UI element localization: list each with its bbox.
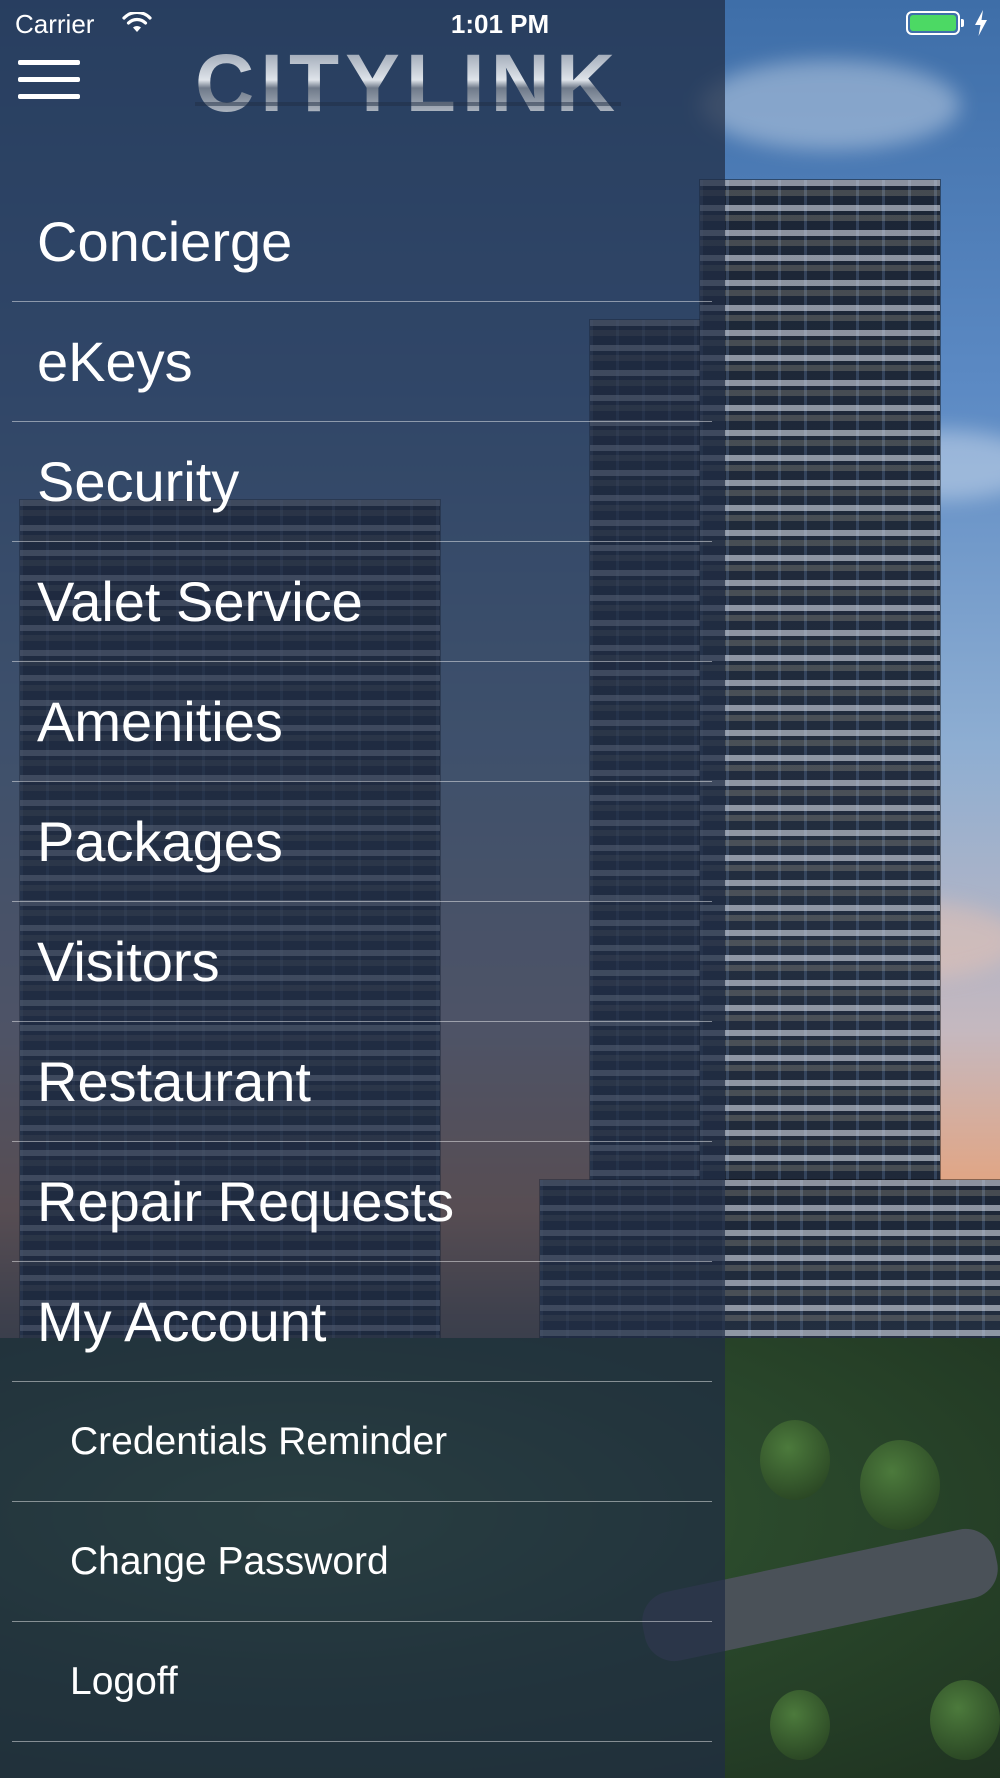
tree [760, 1420, 830, 1500]
menu-item-label: Amenities [37, 689, 283, 753]
menu-item-label: Packages [37, 809, 283, 873]
menu-item-ekeys[interactable]: eKeys [12, 302, 712, 422]
tree [860, 1440, 940, 1530]
menu-item-valet-service[interactable]: Valet Service [12, 542, 712, 662]
menu-item-label: Valet Service [37, 569, 363, 633]
menu-item-label: Visitors [37, 929, 220, 993]
status-bar: Carrier 1:01 PM [0, 0, 1000, 48]
menu-item-packages[interactable]: Packages [12, 782, 712, 902]
menu-item-my-account[interactable]: My Account [12, 1262, 712, 1382]
navigation-drawer: CITYLINK Concierge eKeys Security Valet … [0, 0, 725, 1778]
status-time: 1:01 PM [450, 9, 550, 39]
tree [770, 1690, 830, 1760]
hamburger-menu-icon[interactable] [18, 60, 80, 108]
submenu-item-change-password[interactable]: Change Password [12, 1502, 712, 1622]
menu-item-restaurant[interactable]: Restaurant [12, 1022, 712, 1142]
submenu-item-label: Logoff [70, 1659, 178, 1703]
menu-item-label: My Account [37, 1289, 327, 1353]
menu-item-label: Restaurant [37, 1049, 311, 1113]
menu-item-amenities[interactable]: Amenities [12, 662, 712, 782]
menu-item-security[interactable]: Security [12, 422, 712, 542]
drawer-menu: Concierge eKeys Security Valet Service A… [12, 182, 712, 1742]
submenu-item-label: Change Password [70, 1539, 389, 1583]
menu-item-label: Security [37, 449, 240, 513]
citylink-logo: CITYLINK [195, 38, 622, 129]
menu-item-concierge[interactable]: Concierge [12, 182, 712, 302]
battery-icon [906, 11, 964, 35]
charging-bolt-icon [975, 10, 987, 36]
submenu-item-credentials-reminder[interactable]: Credentials Reminder [12, 1382, 712, 1502]
tree [930, 1680, 1000, 1760]
menu-item-visitors[interactable]: Visitors [12, 902, 712, 1022]
menu-item-label: eKeys [37, 329, 193, 393]
menu-item-label: Repair Requests [37, 1169, 455, 1233]
menu-item-repair-requests[interactable]: Repair Requests [12, 1142, 712, 1262]
submenu-item-label: Credentials Reminder [70, 1419, 448, 1463]
cloud [700, 60, 960, 150]
submenu-item-logoff[interactable]: Logoff [12, 1622, 712, 1742]
menu-item-label: Concierge [37, 209, 293, 273]
